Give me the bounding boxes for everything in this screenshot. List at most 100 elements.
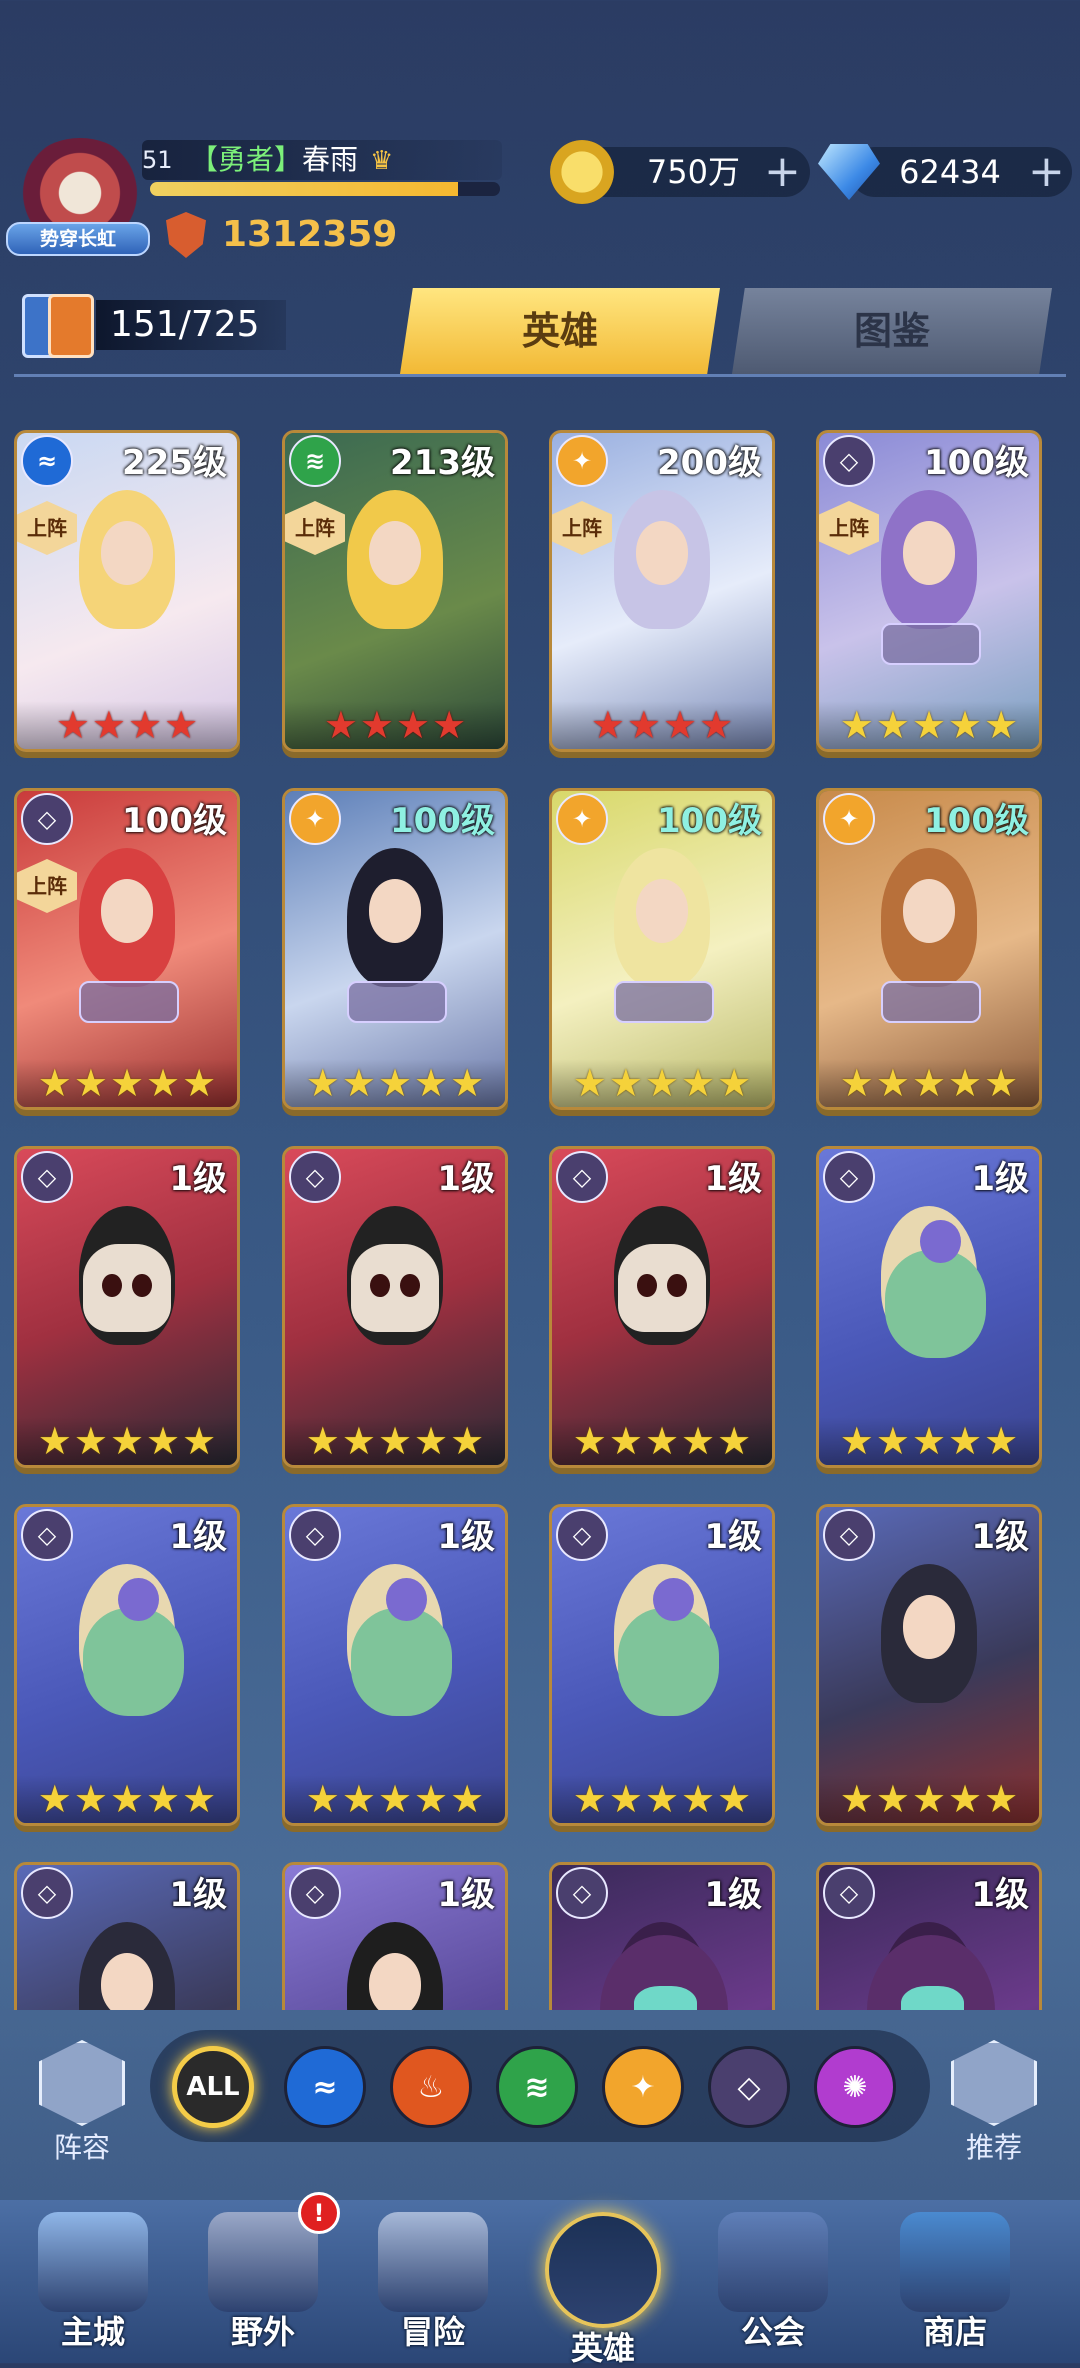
hero-card[interactable]: ◇1级★★★★★ [14, 1862, 240, 2010]
star-icon: ★ [911, 1061, 947, 1105]
hero-card[interactable]: ✦ 100级 ★ ★ ★ ★ ★ [282, 788, 508, 1110]
star-icon: ★ [91, 703, 126, 747]
star-icon: ★ [164, 703, 199, 747]
tab-heroes[interactable]: 英雄 [400, 288, 720, 374]
nav-label: 野外 [230, 2313, 295, 2351]
hero-level: 1级 [437, 1159, 495, 1199]
recommend-button[interactable]: 推荐 [944, 2040, 1044, 2164]
lineup-button[interactable]: 阵容 [32, 2040, 132, 2164]
hero-head [100, 879, 154, 943]
star-icon: ★ [572, 1061, 607, 1105]
star-rating: ★ ★ ★ ★ ★ [819, 701, 1039, 749]
add-gold-button[interactable]: + [764, 147, 801, 197]
star-icon: ★ [323, 703, 358, 747]
hero-grid[interactable]: ≈225级 上阵 ★ ★ ★ ★ ≋ 213级 上阵 ★ ★ ★ ★ ✦ 200级 上阵 ★ ★ ★ ★ ◇ 100级 上阵… [14, 430, 1066, 2010]
hero-card[interactable]: ◇1级★★★★★ [816, 1862, 1042, 2010]
dark-element-icon: ◇ [289, 1509, 341, 1561]
star-icon: ★ [984, 1777, 1019, 1821]
filter-wind-icon[interactable]: ≋ [496, 2046, 578, 2128]
star-icon: ★ [341, 1777, 376, 1821]
nav-guild-button[interactable]: 公会 [698, 2212, 848, 2362]
hero-card[interactable]: ◇ 100级 上阵 ★ ★ ★ ★ ★ [14, 788, 240, 1110]
star-icon: ★ [911, 1777, 947, 1821]
hero-card[interactable]: ◇1级★★★★★ [816, 1504, 1042, 1826]
awaken-emblem-icon [346, 980, 448, 1023]
hero-card[interactable]: ≋ 213级 上阵 ★ ★ ★ ★ [282, 430, 508, 752]
hero-card[interactable]: ◇ 100级 上阵 ★ ★ ★ ★ ★ [816, 430, 1042, 752]
awaken-emblem-icon [613, 980, 715, 1023]
guild-banner-icon [718, 2212, 828, 2312]
hero-card[interactable]: ◇1级★★★★★ [14, 1504, 240, 1826]
star-icon: ★ [948, 1061, 983, 1105]
nav-adventure-button[interactable]: 冒险 [358, 2212, 508, 2362]
castle-icon [38, 2212, 148, 2312]
star-icon: ★ [681, 1419, 716, 1463]
hero-level: 100级 [924, 443, 1029, 483]
hero-card[interactable]: ✦ 100级 ★ ★ ★ ★ ★ [549, 788, 775, 1110]
combat-power: 1312359 [222, 214, 398, 255]
hero-card[interactable]: ◇1级★★★★★ [14, 1146, 240, 1468]
star-icon: ★ [572, 1419, 607, 1463]
star-rating: ★ ★ ★ ★ ★ [819, 1059, 1039, 1107]
nav-field-button[interactable]: 野外 [188, 2212, 338, 2362]
star-icon: ★ [396, 703, 431, 747]
hero-head [351, 1243, 439, 1333]
star-icon: ★ [644, 1777, 680, 1821]
filter-fire-icon[interactable]: ♨ [390, 2046, 472, 2128]
star-icon: ★ [839, 1777, 874, 1821]
filter-light-icon[interactable]: ✦ [602, 2046, 684, 2128]
hero-level: 1级 [169, 1875, 227, 1915]
star-icon: ★ [341, 1061, 376, 1105]
hero-card[interactable]: ✦ 100级 ★ ★ ★ ★ ★ [816, 788, 1042, 1110]
star-icon: ★ [644, 1419, 680, 1463]
nav-main-city-button[interactable]: 主城 [18, 2212, 168, 2362]
star-rating: ★ ★ ★ ★ [17, 701, 237, 749]
hero-head [635, 521, 689, 585]
hero-card[interactable]: ◇1级★★★★★ [282, 1146, 508, 1468]
star-rating: ★ ★ ★ ★ ★ [552, 1059, 772, 1107]
hero-head [618, 1243, 706, 1333]
lineup-label: 阵容 [53, 2131, 110, 2164]
star-icon: ★ [73, 1777, 108, 1821]
filter-all-icon[interactable]: ALL [172, 2046, 254, 2128]
star-rating: ★ ★ ★ ★ ★ [552, 1775, 772, 1823]
hero-card[interactable]: ◇1级★★★★★ [549, 1146, 775, 1468]
hero-card[interactable]: ✦ 200级 上阵 ★ ★ ★ ★ [549, 430, 775, 752]
gold-amount: 750万 [646, 153, 740, 191]
star-rating: ★ ★ ★ ★ ★ [819, 1775, 1039, 1823]
hero-card[interactable]: ◇1级★★★★★ [282, 1862, 508, 2010]
nav-heroes-button[interactable]: 英雄 [528, 2212, 678, 2367]
hero-card[interactable]: ◇1级★★★★★ [816, 1146, 1042, 1468]
hero-level: 225级 [122, 443, 227, 483]
hero-level: 1级 [169, 1517, 227, 1557]
star-icon: ★ [948, 703, 983, 747]
filter-dark-icon[interactable]: ◇ [708, 2046, 790, 2128]
hero-cards-back-icon [48, 294, 94, 358]
nav-shop-button[interactable]: 商店 [880, 2212, 1030, 2362]
hero-card[interactable]: ◇1级★★★★★ [549, 1504, 775, 1826]
star-rating: ★ ★ ★ ★ ★ [819, 1417, 1039, 1465]
star-icon: ★ [450, 1777, 485, 1821]
star-icon: ★ [182, 1419, 217, 1463]
player-name-text: 春雨 [302, 143, 359, 176]
light-element-icon: ✦ [556, 793, 608, 845]
filter-water-icon[interactable]: ≈ [284, 2046, 366, 2128]
star-icon: ★ [305, 1061, 340, 1105]
light-element-icon: ✦ [289, 793, 341, 845]
hero-card[interactable]: ≈225级 上阵 ★ ★ ★ ★ [14, 430, 240, 752]
star-icon: ★ [182, 1061, 217, 1105]
awaken-emblem-icon [880, 622, 982, 665]
dark-element-icon: ◇ [21, 1509, 73, 1561]
sword-shield-icon [378, 2212, 488, 2312]
star-icon: ★ [875, 703, 910, 747]
player-name: 【勇者】春雨 [190, 140, 358, 180]
star-icon: ★ [305, 1777, 340, 1821]
tab-codex[interactable]: 图鉴 [732, 288, 1052, 374]
hero-level: 1级 [437, 1517, 495, 1557]
star-icon: ★ [839, 1419, 874, 1463]
add-diamond-button[interactable]: + [1028, 147, 1065, 197]
filter-chaos-icon[interactable]: ✺ [814, 2046, 896, 2128]
hero-card[interactable]: ◇1级★★★★★ [549, 1862, 775, 2010]
helmet-icon [545, 2212, 661, 2328]
hero-card[interactable]: ◇1级★★★★★ [282, 1504, 508, 1826]
